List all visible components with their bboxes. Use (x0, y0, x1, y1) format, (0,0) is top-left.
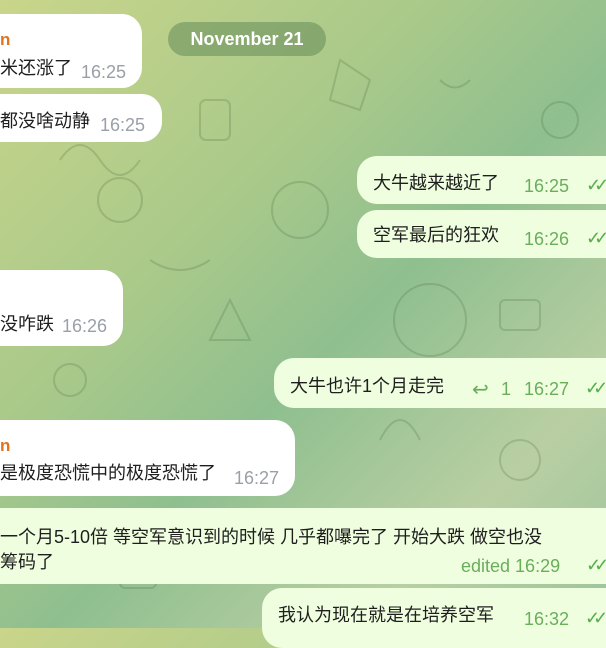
message-time: 16:26 (62, 316, 108, 336)
double-check-icon: ✓✓ (585, 608, 606, 628)
double-check-icon: ✓✓ (586, 555, 606, 575)
double-check-icon: ✓✓ (585, 378, 606, 398)
double-check-icon: ✓✓ (586, 228, 606, 248)
message-time: 16:25 (81, 62, 127, 82)
message-text: 大牛越来越近了 (373, 173, 499, 193)
incoming-message[interactable]: 都没啥动静 16:25 (0, 94, 162, 142)
outgoing-message[interactable]: 大牛也许1个月走完 ↩ 1 16:27 ✓✓ (274, 358, 606, 408)
message-text: 空军最后的狂欢 (373, 225, 499, 245)
message-time: 16:25 (524, 176, 570, 196)
incoming-message[interactable]: n 是极度恐慌中的极度恐慌了 16:27 (0, 420, 295, 496)
message-text: 我认为现在就是在培养空军 (278, 605, 494, 625)
message-time: edited 16:29 (461, 556, 561, 576)
message-text: 大牛也许1个月走完 (290, 376, 445, 396)
outgoing-message[interactable]: 空军最后的狂欢 16:26 ✓✓ (357, 210, 606, 258)
message-text: 都没啥动静 (0, 111, 90, 131)
message-text: 米还涨了 (0, 58, 72, 78)
outgoing-message[interactable]: 大牛越来越近了 16:25 ✓✓ (357, 156, 606, 204)
message-time: 16:26 (524, 229, 570, 249)
message-text: 没咋跌 (0, 314, 54, 334)
sender-name: n (0, 30, 11, 49)
message-time: 16:32 (524, 609, 570, 629)
sender-name: n (0, 436, 11, 455)
message-time: 16:27 (234, 468, 280, 488)
reply-count[interactable]: 1 (501, 379, 511, 400)
reply-arrow-icon[interactable]: ↩ (472, 377, 489, 402)
incoming-message[interactable]: 没咋跌 16:26 (0, 270, 123, 346)
double-check-icon: ✓✓ (586, 175, 606, 195)
outgoing-message[interactable]: 一个月5-10倍 等空军意识到的时候 几乎都嚗完了 开始大跌 做空也没 筹码了 … (0, 508, 606, 584)
message-time: 16:25 (100, 115, 146, 135)
message-text: 是极度恐慌中的极度恐慌了 (0, 463, 216, 483)
message-text-line-1: 一个月5-10倍 等空军意识到的时候 几乎都嚗完了 开始大跌 做空也没 (0, 527, 543, 547)
date-separator: November 21 (168, 22, 326, 56)
incoming-message[interactable]: n 米还涨了 16:25 (0, 14, 142, 88)
message-text-line-2: 筹码了 (0, 552, 54, 572)
outgoing-message[interactable]: 我认为现在就是在培养空军 16:32 ✓✓ (262, 588, 606, 648)
message-time: 16:27 (524, 379, 570, 399)
